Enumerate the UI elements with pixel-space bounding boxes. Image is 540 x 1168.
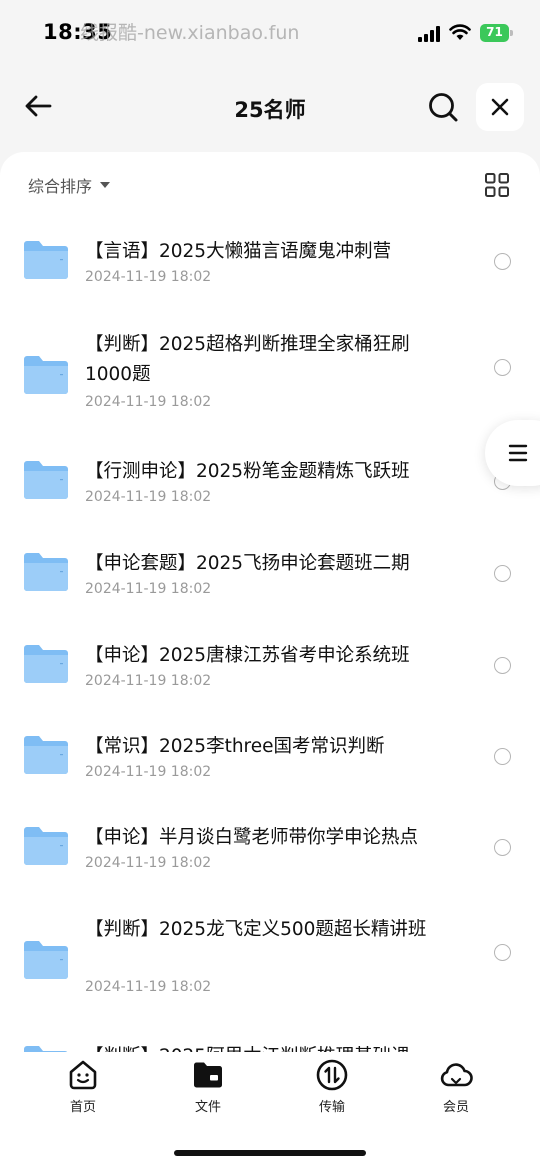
file-title: 【申论】半月谈白鹭老师带你学申论热点 [85,827,419,848]
bottom-nav: 首页 文件 传输 会员 [0,1052,540,1168]
battery-level: 71 [486,25,503,39]
folder-icon [194,1062,222,1088]
tab-files[interactable]: 文件 [168,1058,248,1120]
chevron-down-icon [100,182,111,188]
menu-icon [508,444,528,462]
folder-icon [24,356,68,394]
folder-icon [24,1046,68,1052]
select-radio[interactable] [494,253,511,270]
sort-label: 综合排序 [28,177,93,196]
list-item[interactable]: 【常识】2025李three国考常识判断 2024-11-19 18:02 [0,715,540,805]
file-title: 【行测申论】2025粉笔金题精炼飞跃班 [85,461,410,482]
tab-member[interactable]: 会员 [416,1058,496,1120]
file-title: 【申论套题】2025飞扬申论套题班二期 [85,553,410,574]
folder-icon [24,827,68,865]
list-item[interactable]: 【判断】2025超格判断推理全家桶狂刷1000题 2024-11-19 18:02 [0,313,540,428]
home-indicator [174,1150,366,1156]
list-item[interactable]: 【判断】2025阿里木江判断推理基础课2024-11-19 18:02 [0,1025,540,1052]
file-title: 【言语】2025大懒猫言语魔鬼冲刺营 [85,241,392,262]
select-radio[interactable] [494,657,511,674]
close-icon [491,98,509,116]
nav-header: 25名师 [0,76,540,138]
select-radio[interactable] [494,565,511,582]
file-date: 2024-11-19 18:02 [85,764,212,780]
file-date: 2024-11-19 18:02 [85,581,212,597]
file-list-card: 综合排序 【言语】2025大懒猫言语魔鬼冲刺营 2024-11-19 18:02 【… [0,152,540,1052]
file-title: 【申论】2025唐棣江苏省考申论系统班 [85,645,410,666]
file-title: 【判断】2025阿里木江判断推理基础课 [85,1042,440,1052]
file-title: 【判断】2025龙飞定义500题超长精讲班 [85,919,427,940]
select-radio[interactable] [494,748,511,765]
list-item[interactable]: 【行测申论】2025粉笔金题精炼飞跃班 2024-11-19 18:02 [0,440,540,530]
file-date: 2024-11-19 18:02 [85,489,212,505]
tab-label: 文件 [194,1100,221,1115]
watermark-text: 线报酷-new.xianbao.fun [80,22,300,44]
file-date: 2024-11-19 18:02 [85,673,212,689]
folder-icon [24,941,68,979]
status-bar: 18:35 线报酷-new.xianbao.fun 71 [0,0,540,66]
battery-indicator: 71 [480,24,513,42]
transfer-icon [316,1059,348,1091]
search-icon[interactable] [426,90,460,124]
folder-icon [24,461,68,499]
tab-home[interactable]: 首页 [43,1058,123,1120]
file-date: 2024-11-19 18:02 [85,269,212,285]
folder-icon [24,241,68,279]
close-button[interactable] [476,83,524,131]
select-radio[interactable] [494,944,511,961]
file-date: 2024-11-19 18:02 [85,394,212,410]
screen: 18:35 线报酷-new.xianbao.fun 71 25名师 综合排序 【… [0,0,540,1168]
file-date: 2024-11-19 18:02 [85,855,212,871]
sort-dropdown[interactable]: 综合排序 [28,173,111,197]
select-radio[interactable] [494,839,511,856]
battery-cap [510,30,513,36]
list-item[interactable]: 【判断】2025龙飞定义500题超长精讲班 2024-11-19 18:02 [0,898,540,1013]
folder-icon [24,736,68,774]
home-icon [69,1060,97,1090]
tab-label: 首页 [69,1100,96,1115]
folder-icon [24,645,68,683]
tab-transfer[interactable]: 传输 [292,1058,372,1120]
select-radio[interactable] [494,359,511,376]
grid-view-icon[interactable] [484,172,510,198]
tab-label: 传输 [318,1100,345,1115]
signal-icon [418,26,440,42]
wifi-icon [449,24,471,40]
cloud-icon [440,1063,473,1087]
file-title: 【判断】2025超格判断推理全家桶狂刷1000题 [85,334,410,385]
tab-label: 会员 [442,1100,469,1115]
file-title: 【常识】2025李three国考常识判断 [85,736,385,757]
list-item[interactable]: 【申论套题】2025飞扬申论套题班二期 2024-11-19 18:02 [0,532,540,622]
list-item[interactable]: 【申论】半月谈白鹭老师带你学申论热点 2024-11-19 18:02 [0,806,540,896]
list-item[interactable]: 【言语】2025大懒猫言语魔鬼冲刺营 2024-11-19 18:02 [0,220,540,310]
file-date: 2024-11-19 18:02 [85,979,212,995]
folder-icon [24,553,68,591]
list-item[interactable]: 【申论】2025唐棣江苏省考申论系统班 2024-11-19 18:02 [0,624,540,714]
